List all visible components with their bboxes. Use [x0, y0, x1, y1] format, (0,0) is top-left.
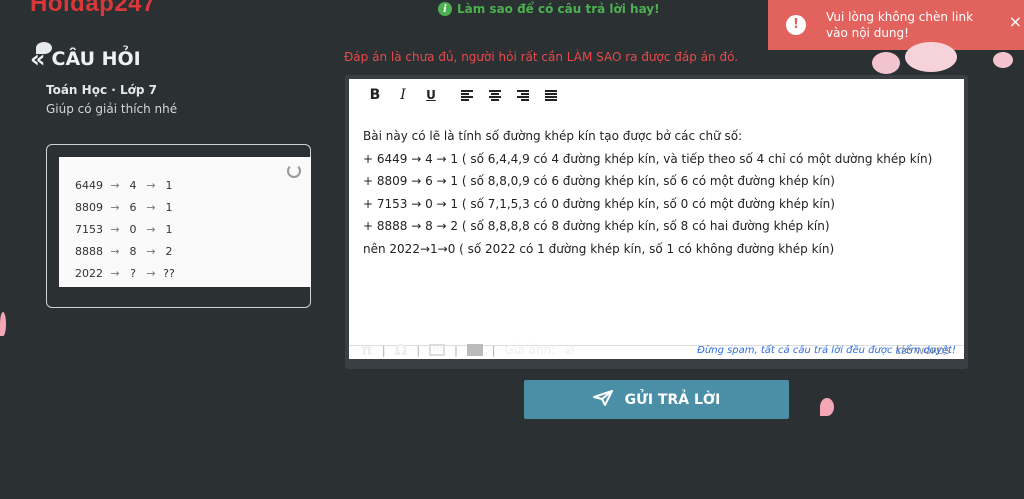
question-heading: « CÂU HỎI	[30, 45, 141, 73]
answer-warning: Đáp án là chưa đủ, người hỏi rất cần LÀM…	[344, 50, 739, 64]
petal-decoration	[820, 398, 834, 416]
align-right-button[interactable]	[509, 83, 537, 107]
question-image: 6449 → 4 → 1 8809 → 6 → 1 7153 → 0 → 1 8…	[59, 157, 311, 287]
answer-line: Bài này có lẽ là tính số đường khép kín …	[363, 129, 743, 143]
toast-message: Vui lòng không chèn link vào nội dung!	[826, 10, 974, 40]
question-description: Giúp có giải thích nhé	[46, 102, 178, 116]
petal-decoration	[0, 312, 6, 336]
align-center-button[interactable]	[481, 83, 509, 107]
answer-editor: B I U Bài này có lẽ là tính số đường khé…	[345, 75, 968, 369]
error-toast: ! Vui lòng không chèn link vào nội dung!…	[768, 0, 1024, 50]
answer-text-area[interactable]: Bài này có lẽ là tính số đường khép kín …	[349, 111, 964, 345]
submit-answer-button[interactable]: GỬI TRẢ LỜI	[524, 380, 789, 419]
editor-bottom-tools: π | Ω | EN | | Gửi ảnh: ⊘	[361, 341, 576, 359]
align-left-button[interactable]	[453, 83, 481, 107]
question-subject: Toán Học · Lớp 7	[46, 83, 157, 97]
blossom-decoration	[905, 42, 957, 72]
omega-button[interactable]: Ω	[395, 341, 408, 359]
italic-button[interactable]: I	[389, 83, 417, 107]
align-justify-button[interactable]	[537, 83, 565, 107]
question-image-card[interactable]: 6449 → 4 → 1 8809 → 6 → 1 7153 → 0 → 1 8…	[46, 144, 311, 308]
sequence-row: 8809 → 6 → 1	[75, 201, 173, 214]
align-justify-icon	[545, 89, 557, 101]
alert-circle-icon: !	[786, 15, 806, 35]
formula-icon[interactable]: EN	[429, 344, 446, 356]
flag-icon[interactable]	[466, 344, 483, 356]
sequence-row: 6449 → 4 → 1	[75, 179, 173, 192]
send-image-label: Gửi ảnh:	[504, 343, 556, 357]
paperclip-icon[interactable]: ⊘	[564, 343, 575, 358]
answer-line: + 8888 → 8 → 2 ( số 8,8,8,8 có 8 đường k…	[363, 219, 830, 234]
answer-line: + 7153 → 0 → 1 ( số 7,1,5,3 có 0 đường k…	[363, 196, 835, 211]
tip-text: Làm sao để có câu trả lời hay!	[457, 2, 660, 16]
pi-button[interactable]: π	[361, 341, 373, 359]
align-center-icon	[489, 89, 501, 101]
answer-line: nên 2022→1→0 ( số 2022 có 1 đường khép k…	[363, 241, 835, 256]
sequence-row: 8888 → 8 → 2	[75, 245, 173, 258]
editor-toolbar: B I U	[349, 79, 964, 111]
section-title: CÂU HỎI	[51, 48, 141, 70]
logo[interactable]: Hoidap247	[30, 0, 156, 18]
sequence-row: 7153 → 0 → 1	[75, 223, 173, 236]
sequence-row: 2022 → ? → ??	[75, 267, 175, 280]
spam-note: Đừng spam, tất cả câu trả lời đều được k…	[697, 345, 956, 356]
tip-link[interactable]: i Làm sao để có câu trả lời hay!	[438, 2, 660, 16]
answer-line: + 6449 → 4 → 1 ( số 6,4,4,9 có 4 đường k…	[363, 151, 933, 166]
align-right-icon	[517, 89, 529, 101]
rotate-icon[interactable]	[287, 164, 301, 178]
blossom-decoration	[872, 52, 900, 74]
send-plane-icon	[592, 389, 613, 410]
align-left-icon	[461, 89, 473, 101]
blossom-decoration	[993, 52, 1013, 68]
bold-button[interactable]: B	[361, 83, 389, 107]
submit-label: GỬI TRẢ LỜI	[624, 391, 721, 408]
underline-button[interactable]: U	[417, 83, 445, 107]
close-icon[interactable]: ×	[1009, 14, 1022, 30]
double-chevron-icon: «	[30, 45, 46, 73]
info-icon: i	[438, 2, 452, 16]
answer-line: + 8809 → 6 → 1 ( số 8,8,0,9 có 6 đường k…	[363, 174, 835, 189]
